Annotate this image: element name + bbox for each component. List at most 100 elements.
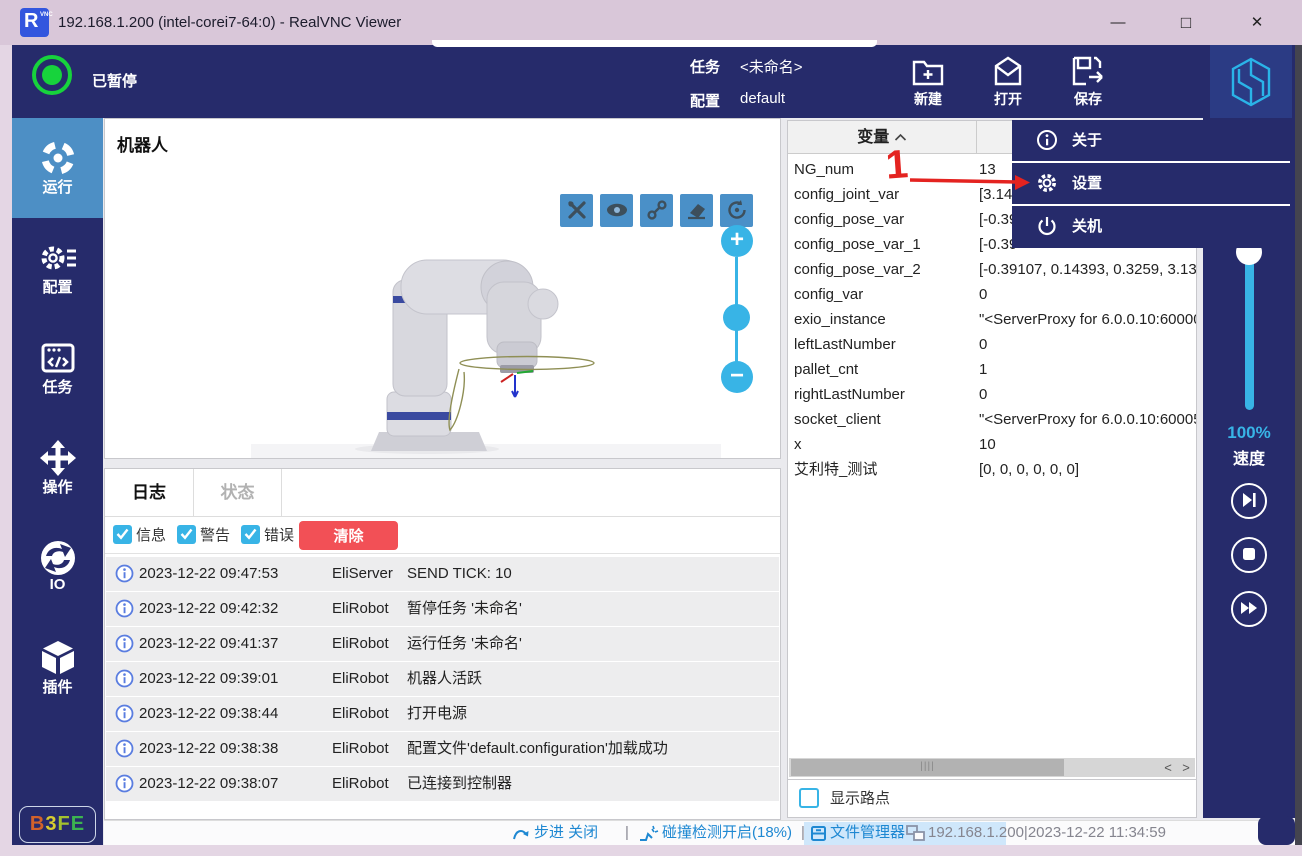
collision-detect-status[interactable]: 碰撞检测开启(18%) [662, 821, 792, 846]
fast-forward-button[interactable] [1231, 591, 1267, 627]
scrollbar-thumb[interactable]: |||| [791, 759, 1064, 776]
filter-info-checkbox[interactable] [113, 525, 132, 544]
sidebar-item-plugin[interactable]: 插件 [12, 618, 103, 718]
log-source: EliRobot [332, 767, 389, 801]
robot-panel-title: 机器人 [117, 131, 168, 156]
variable-value: "<ServerProxy for 6.0.0.10:60005, [979, 407, 1197, 432]
window-frame-left [0, 45, 12, 856]
menu-item-about[interactable]: 关于 [1012, 120, 1290, 161]
tab-status[interactable]: 状态 [194, 469, 282, 517]
variable-row[interactable]: leftLastNumber0 [788, 332, 1196, 357]
zoom-slider-knob[interactable] [723, 304, 750, 331]
sidebar-item-run[interactable]: 运行 [12, 118, 103, 218]
zoom-in-button[interactable]: + [721, 225, 753, 257]
logo-letter: F [58, 813, 71, 835]
step-mode-toggle[interactable]: 步进 关闭 [534, 821, 598, 846]
logo-sub-letters: VNC [40, 12, 47, 19]
log-message: 配置文件'default.configuration'加载成功 [407, 732, 668, 766]
config-label: 配置 [690, 90, 720, 111]
new-task-button[interactable]: 新建 [892, 51, 964, 113]
variable-row[interactable]: socket_client"<ServerProxy for 6.0.0.10:… [788, 407, 1196, 432]
sidebar-item-label: 操作 [12, 476, 103, 497]
variable-row[interactable]: pallet_cnt1 [788, 357, 1196, 382]
view-tools-button[interactable] [560, 194, 593, 227]
view-reset-button[interactable] [720, 194, 753, 227]
variable-row[interactable]: exio_instance"<ServerProxy for 6.0.0.10:… [788, 307, 1196, 332]
clear-log-button[interactable]: 清除 [299, 521, 398, 550]
stop-button[interactable] [1231, 537, 1267, 573]
config-gear-icon [12, 218, 103, 276]
menu-item-shutdown[interactable]: 关机 [1012, 206, 1290, 248]
io-arrows-icon [12, 518, 103, 576]
show-waypoints-label: 显示路点 [830, 780, 890, 818]
sidebar-item-jog[interactable]: 操作 [12, 418, 103, 518]
filter-error-label: 错误 [264, 517, 294, 554]
zoom-out-button[interactable]: − [721, 361, 753, 393]
variable-name: config_pose_var [794, 207, 904, 232]
logo-letter: R [24, 10, 38, 33]
robot-status-text: 已暂停 [92, 45, 137, 118]
step-run-button[interactable] [1231, 483, 1267, 519]
close-button[interactable]: ✕ [1234, 0, 1280, 45]
logo-letter: E [71, 813, 85, 835]
maximize-button[interactable]: □ [1163, 0, 1209, 45]
variable-value: [-0.39107, 0.14393, 0.3259, 3.1325 [979, 257, 1197, 282]
info-icon [115, 704, 134, 728]
realvnc-logo-icon: R VNC [20, 8, 49, 37]
b3fe-logo: B3FE [19, 806, 96, 843]
sidebar-item-config[interactable]: 配置 [12, 218, 103, 318]
tools-icon [565, 209, 589, 226]
log-time: 2023-12-22 09:41:37 [139, 627, 278, 661]
horizontal-scrollbar[interactable]: |||| < > [789, 758, 1195, 777]
fast-forward-icon [1239, 605, 1259, 622]
vnc-connection-tab[interactable] [432, 40, 877, 47]
variable-name: rightLastNumber [794, 382, 905, 407]
vnc-viewer-window: R VNC 192.168.1.200 (intel-corei7-64:0) … [0, 0, 1302, 856]
open-task-button[interactable]: 打开 [972, 51, 1044, 113]
variable-row[interactable]: config_pose_var_2[-0.39107, 0.14393, 0.3… [788, 257, 1196, 282]
scroll-left-arrow[interactable]: < [1159, 758, 1177, 777]
brand-menu-button[interactable] [1210, 45, 1292, 118]
variable-row[interactable]: 艾利特_测试[0, 0, 0, 0, 0, 0] [788, 457, 1196, 482]
eraser-icon [685, 209, 709, 226]
view-visibility-button[interactable] [600, 194, 633, 227]
robot-3d-view[interactable] [251, 246, 721, 463]
plugin-cube-icon [12, 618, 103, 676]
filter-error-checkbox[interactable] [241, 525, 260, 544]
show-waypoints-checkbox[interactable] [799, 788, 819, 808]
logo-letter: B [30, 813, 45, 835]
save-task-button[interactable]: 保存 [1052, 51, 1124, 113]
file-manager-button[interactable]: 文件管理器 [830, 821, 905, 846]
view-path-button[interactable] [640, 194, 673, 227]
titlebar: R VNC 192.168.1.200 (intel-corei7-64:0) … [0, 0, 1302, 45]
sidebar-item-task[interactable]: 任务 [12, 318, 103, 418]
variable-row[interactable]: config_var0 [788, 282, 1196, 307]
speed-slider-track[interactable] [1245, 252, 1254, 410]
variable-value: 0 [979, 332, 987, 357]
top-toolbar: 已暂停 任务 <未命名> 配置 default 新建 打开 保存 [12, 45, 1295, 118]
menu-item-settings[interactable]: 设置 [1012, 163, 1290, 204]
sidebar-item-label: 配置 [12, 276, 103, 297]
separator: | [625, 821, 629, 846]
collision-detect-icon [638, 825, 659, 847]
filter-warning-checkbox[interactable] [177, 525, 196, 544]
variable-row[interactable]: x10 [788, 432, 1196, 457]
log-entry: 2023-12-22 09:41:37 EliRobot 运行任务 '未命名' [106, 627, 779, 661]
tab-log[interactable]: 日志 [105, 469, 194, 517]
status-running-dot [42, 65, 62, 85]
speed-percent: 100% [1203, 423, 1295, 443]
log-entry: 2023-12-22 09:38:44 EliRobot 打开电源 [106, 697, 779, 731]
info-icon [115, 564, 134, 588]
scroll-right-arrow[interactable]: > [1177, 758, 1195, 777]
variable-name: config_var [794, 282, 863, 307]
minimize-button[interactable]: — [1095, 0, 1141, 45]
menu-item-label: 关机 [1072, 206, 1102, 247]
sidebar-item-io[interactable]: IO [12, 518, 103, 618]
window-frame-bottom [0, 845, 1302, 856]
task-value: <未命名> [740, 56, 803, 77]
view-erase-button[interactable] [680, 194, 713, 227]
filter-info-label: 信息 [136, 517, 166, 554]
corner-tab [1258, 816, 1295, 845]
log-entry: 2023-12-22 09:38:38 EliRobot 配置文件'defaul… [106, 732, 779, 766]
variable-row[interactable]: rightLastNumber0 [788, 382, 1196, 407]
